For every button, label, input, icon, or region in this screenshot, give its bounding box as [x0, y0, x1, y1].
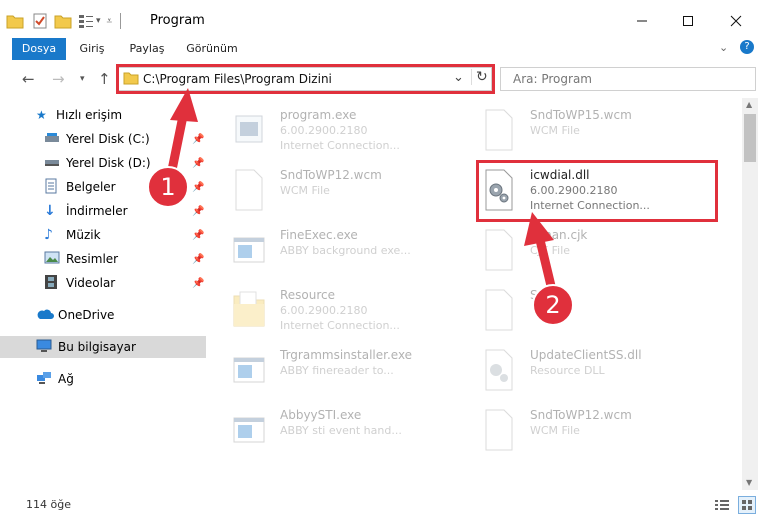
status-bar: 114 öğe — [0, 490, 769, 532]
tiles-view-icon[interactable] — [738, 496, 756, 514]
step-1-badge: 1 — [147, 166, 189, 208]
scroll-down-icon[interactable]: ▼ — [746, 478, 752, 487]
step-2-badge: 2 — [532, 284, 574, 326]
vertical-scrollbar[interactable]: ▲ ▼ — [742, 98, 758, 490]
item-count: 114 öğe — [26, 498, 71, 511]
details-view-icon[interactable] — [714, 498, 730, 512]
scroll-thumb[interactable] — [744, 114, 756, 162]
arrow-1-icon — [167, 88, 198, 175]
annotation-arrows — [167, 88, 557, 295]
scroll-up-icon[interactable]: ▲ — [746, 100, 752, 109]
arrow-2-icon — [524, 212, 557, 295]
